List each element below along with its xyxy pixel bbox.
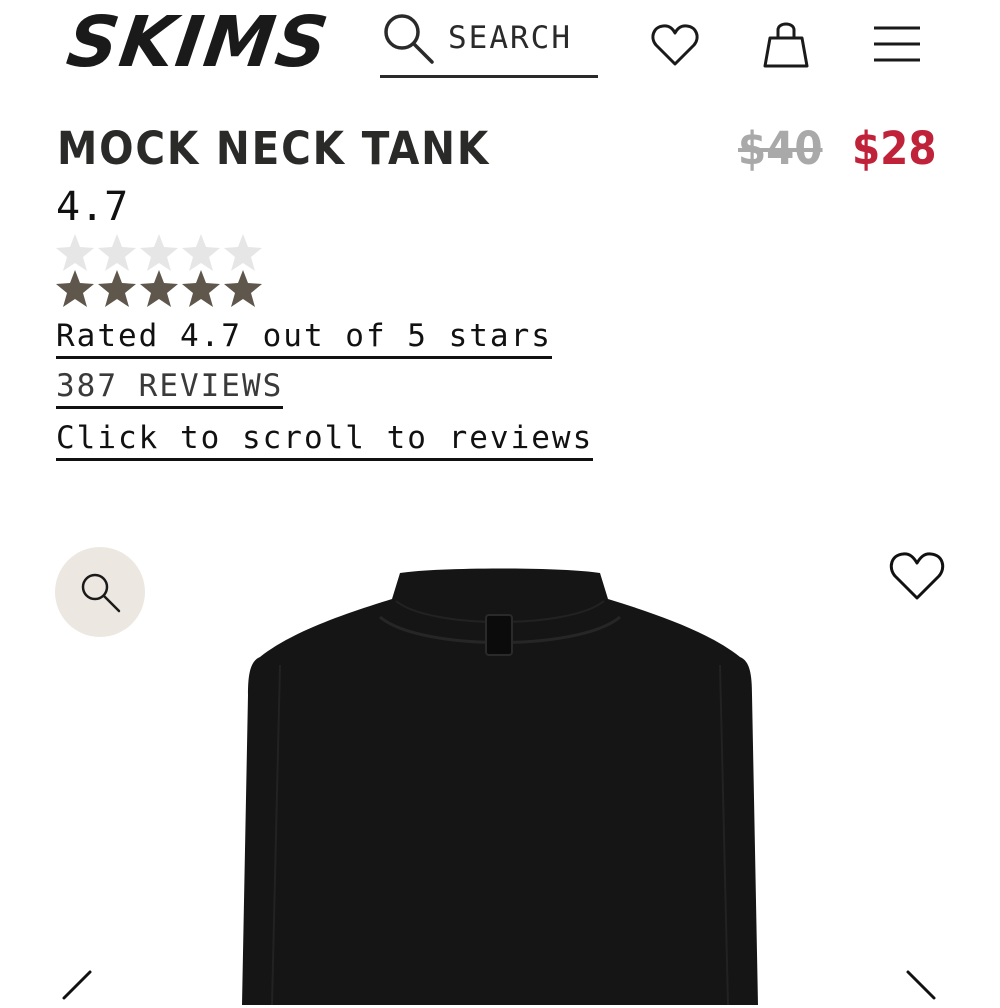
rating-stars [54, 268, 264, 310]
reviews-count-link[interactable]: 387 REVIEWS [56, 368, 284, 409]
chevron-right-icon[interactable] [902, 968, 942, 1008]
rated-text-link[interactable]: Rated 4.7 out of 5 stars [56, 318, 552, 359]
skims-logo[interactable]: SKIMS [62, 1, 345, 83]
product-title: MOCK NECK TANK [57, 122, 491, 175]
search-bar[interactable]: SEARCH [380, 8, 598, 78]
zoom-button[interactable] [55, 547, 145, 637]
star-filled-icon-5 [224, 270, 262, 307]
original-price: $40 [738, 122, 823, 175]
zoom-icon [81, 573, 121, 613]
menu-icon[interactable] [872, 24, 922, 64]
search-label: SEARCH [448, 20, 572, 56]
rating-value: 4.7 [56, 184, 129, 230]
star-filled-icon-1 [56, 270, 94, 307]
search-icon [384, 14, 434, 64]
chevron-left-icon[interactable] [56, 968, 96, 1008]
shopping-bag-icon[interactable] [760, 18, 812, 70]
product-image [242, 568, 758, 1005]
scroll-to-reviews-link[interactable]: Click to scroll to reviews [56, 420, 594, 461]
wishlist-heart-icon[interactable] [888, 548, 946, 604]
heart-icon[interactable] [650, 20, 700, 70]
star-filled-icon-4 [182, 270, 220, 307]
star-filled-icon-3 [140, 270, 178, 307]
sale-price: $28 [852, 122, 937, 175]
star-filled-icon-2 [98, 270, 136, 307]
